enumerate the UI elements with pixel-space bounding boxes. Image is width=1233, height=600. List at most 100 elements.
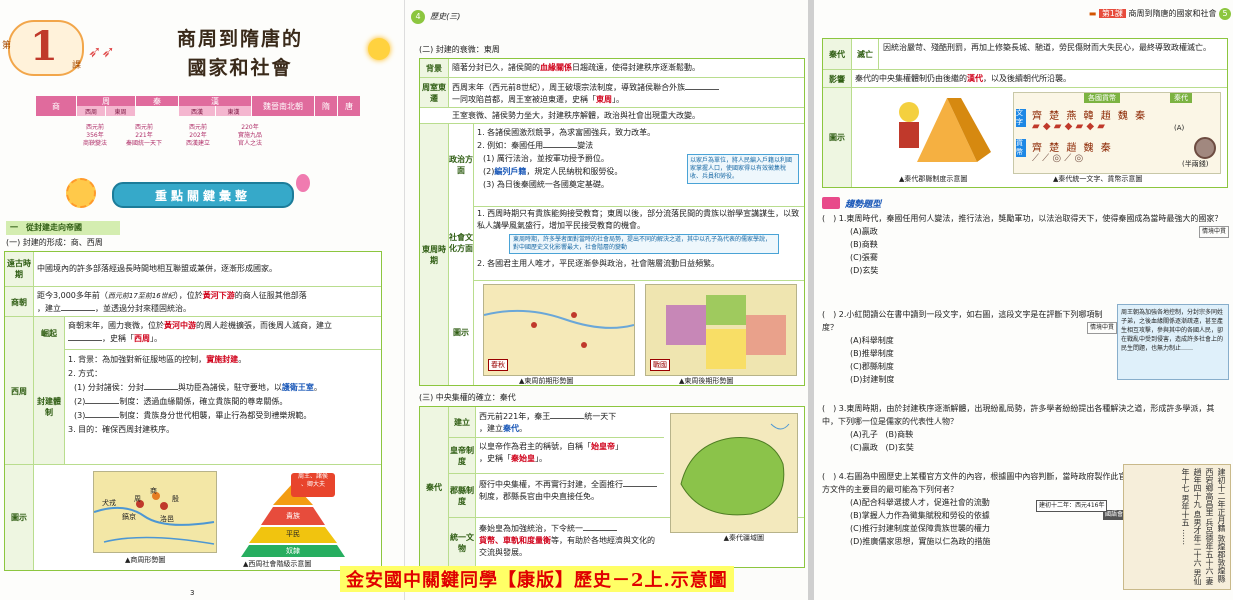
page-title: 商周到隋唐的 國家和社會	[150, 24, 330, 80]
answer-option[interactable]: (C)贏政	[850, 443, 878, 452]
row-label: 崛起	[34, 317, 65, 349]
row-text: 距今3,000多年前（西元前17至前16世紀），位於黃河下游的商人征服其他部落，…	[37, 291, 307, 313]
question-3: ( ) 3.東周時期，由於封建秩序逐漸解體，出現紛亂局勢，許多學者紛紛提出各種解…	[822, 404, 1215, 452]
answer-option[interactable]: (C)張騫	[822, 251, 1229, 264]
answer-option[interactable]: (D)玄奘	[822, 264, 1229, 277]
row-label: 滅亡	[852, 39, 879, 69]
balloon-icon	[296, 174, 310, 192]
pyramid-level: 貴族	[286, 512, 300, 520]
header-page-number: 4	[411, 10, 425, 24]
answer-option[interactable]: (A)科舉制度	[822, 334, 1117, 347]
answer-blank[interactable]	[68, 332, 102, 341]
header-title: 歷史(三)	[430, 12, 461, 21]
row-label: 秦代	[420, 407, 449, 567]
coin-row-icon: ▰ ◆ ▰ ◆ ▰ ◆ ▰	[1032, 121, 1105, 132]
document-inset: 建初十二年：西元416年	[1036, 500, 1108, 512]
row-label: 建立	[449, 407, 476, 437]
qin-continued-table: 秦代 滅亡 因統治嚴苛、殘酷刑罰，再加上修築長城、馳道，勞民傷財而大失民心，最終…	[822, 38, 1228, 188]
row-label: 皇帝制度	[449, 438, 476, 474]
row-qin-founding: 建立 西元前221年，秦王 統一天下 ，建立秦代。	[449, 407, 664, 437]
row-label: 西周	[5, 317, 34, 465]
row-shang: 商朝 距今3,000多年前（西元前17至前16世紀），位於黃河下游的商人征服其他…	[5, 286, 381, 317]
row-label: 社會文化方面	[449, 206, 474, 280]
row-illustration: 圖示 鎬京 洛邑 殷 周 商 犬戎 ▲商周形勢圖 周王、諸侯 、卿大夫 貴族 平…	[5, 464, 381, 570]
map-tag: 戰國	[650, 359, 670, 371]
row-label: 郡縣制度	[449, 474, 476, 518]
answer-blank[interactable]	[543, 139, 578, 148]
lesson-word: 第	[2, 41, 12, 51]
row-text: 因統治嚴苛、殘酷刑罰，再加上修築長城、馳道，勞民傷財而大失民心，最終導致政權滅亡…	[883, 43, 1211, 52]
chart-label: (半兩錢)	[1182, 160, 1209, 168]
map-label: 商	[150, 487, 157, 495]
row-text: 隨著分封已久，諸侯間的血緣關係日趨疏遠，使得封建秩序逐漸鬆動。	[452, 63, 700, 72]
zhanguo-map: 戰國	[645, 284, 797, 376]
timeline-note-3: 西元前 202年 西漢建立	[185, 124, 210, 147]
qin-table: 秦代 建立 西元前221年，秦王 統一天下 ，建立秦代。 皇帝制度 以皇帝作為君主的…	[419, 406, 805, 568]
lightbulb-icon	[368, 38, 390, 60]
timeline-dongzhou: 東周	[106, 106, 135, 116]
row-eastward-move: 周室東遷 西周末年（西元前8世紀），周王破壞宗法制度，導致諸侯聯合外族 一同攻陷首…	[420, 77, 804, 108]
answer-option[interactable]: (A)贏政	[822, 225, 1229, 238]
answer-option[interactable]: (B)商鞅	[822, 238, 1229, 251]
answer-blank[interactable]	[550, 410, 585, 419]
answer-blank[interactable]	[685, 81, 720, 90]
page-number: 3	[190, 589, 195, 597]
pyramid-level: 奴隸	[286, 547, 300, 555]
answer-option[interactable]: (C)推行封建制度並保障貴族世襲的權力	[822, 522, 1127, 535]
question-2: ( ) 2.小紅閱讀公在書中讀到一段文字，如右圖，這段文字是在評斷下列哪項制度？…	[822, 308, 1117, 386]
answer-blank[interactable]	[85, 409, 120, 418]
row-label: 遠古時期	[5, 252, 34, 286]
household-register-document: 建初十二年正月籍 敦煌郡敦煌縣西宕鄉高昌里 兵呂德年五十六 妻趙年四十九 息男才…	[1123, 464, 1231, 590]
chunqiu-map: 春秋	[483, 284, 635, 376]
row-illustration: 圖示 ▲秦代郡縣制度示意圖 各國貨幣 秦代 文字 貨幣 齊 楚 燕 韓 趙 魏 …	[823, 87, 1227, 187]
timeline-tang: 唐	[338, 96, 360, 116]
trend-icon	[822, 196, 840, 209]
answer-option[interactable]: (D)玄奘	[885, 443, 913, 452]
row-label: 封建體制	[34, 349, 65, 465]
chart-label: 文字	[1016, 109, 1026, 127]
timeline-note-1: 西元前 356年 商鞅變法	[82, 124, 107, 147]
row-text: 商朝末年，國力衰微，位於黃河中游的周人趁機擴張，而後周人滅商，建立 ，史稱「西周」…	[68, 321, 332, 343]
row-label: 政治方面	[449, 124, 474, 206]
chart-label: 秦代	[1170, 93, 1192, 103]
footer-caption: 金安國中關鍵同學【康版】歷史－2上.示意圖	[340, 566, 734, 592]
answer-blank[interactable]	[623, 478, 657, 487]
map-caption: ▲秦代疆域圖	[723, 534, 764, 542]
row-text: 中國境內的許多部落經過長時間地相互聯盟或兼併，逐漸形成國家。	[37, 264, 277, 273]
answer-option[interactable]: (D)推廣儒家思想，實施以仁為政的措施	[822, 535, 1127, 548]
book-icon: ▬	[1088, 9, 1097, 18]
map-label: 殷	[172, 495, 179, 503]
row-label: 統一文物	[449, 518, 476, 567]
ancient-script-icon: 齊 楚 趙 魏 秦	[1032, 143, 1113, 154]
timeline-qin: 秦	[136, 96, 178, 106]
answer-blank[interactable]	[61, 302, 95, 311]
map-caption: ▲東周前期形勢圖	[519, 377, 574, 385]
row-qin-fall: 秦代 滅亡 因統治嚴苛、殘酷刑罰，再加上修築長城、馳道，勞民傷財而大失民心，最終…	[823, 39, 1227, 69]
row-label: 圖示	[5, 465, 34, 570]
society-text: 1. 西周時期只有貴族能夠接受教育；東周以後，部分流落民間的貴族以辦學宣講謀生，…	[477, 209, 800, 230]
header-title: 商周到隋唐的國家和社會	[1128, 9, 1217, 18]
lesson-number: 1	[30, 23, 58, 70]
answer-blank[interactable]	[143, 381, 178, 390]
answer-blank[interactable]	[583, 522, 617, 531]
answer-option[interactable]: (B)商鞅	[885, 430, 913, 439]
row-commandery-system: 郡縣制度 廢行中央集權，不再實行封建，全面推行制度，郡縣長官由中央直接任免。	[449, 473, 664, 518]
answer-option[interactable]: (C)郡縣制度	[822, 360, 1117, 373]
row-text: 王室衰微、諸侯勢力坐大，封建秩序解體，政治與社會出現重大改變。	[452, 111, 700, 120]
question-tag: 情境中貫	[1086, 322, 1117, 334]
row-influence: 影響 秦代的中央集權體制仍由後繼的漢代，以及後續朝代所沿襲。	[823, 69, 1227, 88]
question-1: ( ) 1.東周時代，秦國任用何人變法，推行法治，獎勵軍功，以法治取得天下，使得…	[822, 212, 1229, 277]
answer-option[interactable]: (A)孔子	[850, 430, 878, 439]
section-1-title: 一 從封建走向帝國	[6, 221, 120, 235]
row-label: 圖示	[823, 88, 852, 187]
map-river-icon	[94, 492, 215, 545]
row-text: 秦始皇為加強統治，下令統一 貨幣、車軌和度量衡等，有助於各地經濟與文化的交流與發展…	[479, 522, 655, 557]
answer-option[interactable]: (D)封建制度	[822, 373, 1117, 386]
answer-blank[interactable]	[85, 395, 120, 404]
pyramid-caption: ▲秦代郡縣制度示意圖	[899, 175, 968, 183]
map-caption: ▲商周形勢圖	[125, 556, 166, 564]
row-label: 周室東遷	[420, 78, 449, 108]
answer-option[interactable]: (B)推舉制度	[822, 347, 1117, 360]
page-right: ▬ 第1課 商周到隋唐的國家和社會 5 秦代 滅亡 因統治嚴苛、殘酷刑罰，再加上…	[808, 0, 1233, 600]
row-emperor-system: 皇帝制度 以皇帝作為君主的稱號，自稱「始皇帝」 ，史稱「秦始皇」。	[449, 437, 664, 474]
